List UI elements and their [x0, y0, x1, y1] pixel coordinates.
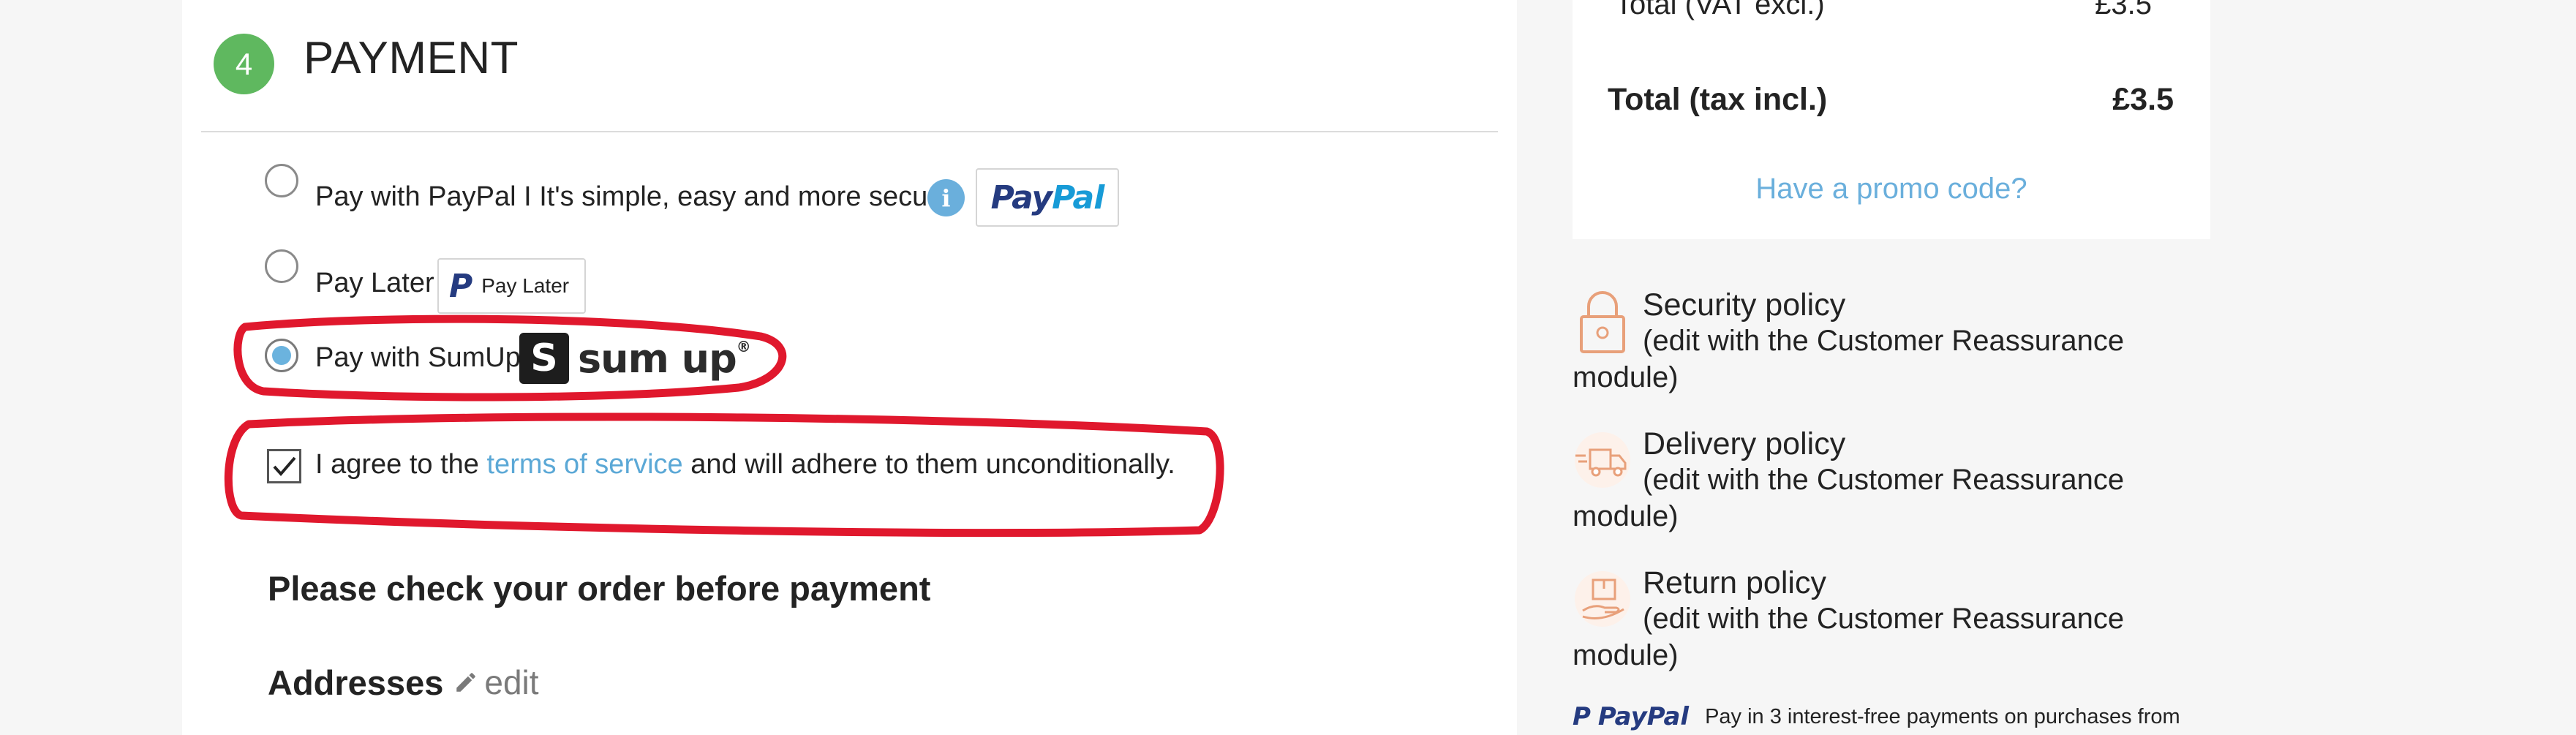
- cart-summary-card: Total (VAT excl.) £3.5 Total (tax incl.)…: [1573, 0, 2210, 239]
- security-policy-title[interactable]: Security policy: [1643, 287, 1845, 323]
- payment-option-paylater-radio[interactable]: [265, 249, 298, 283]
- terms-of-service-link[interactable]: terms of service: [487, 449, 683, 480]
- order-review-heading: Please check your order before payment: [268, 569, 931, 608]
- payment-option-sumup-label[interactable]: Pay with SumUp: [315, 342, 521, 374]
- edit-addresses-link[interactable]: edit: [453, 663, 539, 702]
- summary-row-total-incl: Total (tax incl.) £3.5: [1608, 82, 2174, 118]
- summary-value-total-excl: £3.5: [2095, 0, 2152, 20]
- summary-label-total-incl: Total (tax incl.): [1608, 82, 1828, 117]
- sumup-s-icon: S: [519, 333, 569, 384]
- return-policy-title[interactable]: Return policy: [1643, 565, 1826, 601]
- checkmark-icon: [273, 456, 296, 476]
- payment-option-sumup-radio[interactable]: [265, 339, 298, 372]
- delivery-policy-desc: (edit with the Customer Reassurance modu…: [1573, 464, 2125, 532]
- checkout-page: 4 PAYMENT Pay with PayPal I It's simple,…: [0, 0, 2576, 735]
- paylater-badge-text: Pay Later: [481, 274, 570, 297]
- step-number-badge: 4: [214, 34, 274, 94]
- paypal-message-text: Pay in 3 interest-free payments on purch…: [1705, 704, 2180, 728]
- summary-value-total-incl: £3.5: [2112, 82, 2174, 117]
- payment-option-paypal-label[interactable]: Pay with PayPal I It's simple, easy and …: [315, 181, 952, 213]
- paypal-pay-in-3-banner: P PayPal Pay in 3 interest-free payments…: [1573, 698, 2180, 735]
- paypal-logo-pal: Pal: [1052, 178, 1104, 216]
- terms-checkbox[interactable]: [267, 449, 301, 483]
- paypal-paylater-badge: P Pay Later: [437, 258, 586, 314]
- addresses-title: Addresses: [268, 663, 444, 702]
- security-policy-desc: (edit with the Customer Reassurance modu…: [1573, 325, 2125, 393]
- step-title[interactable]: PAYMENT: [304, 32, 519, 84]
- delivery-policy-title[interactable]: Delivery policy: [1643, 426, 1845, 462]
- terms-suffix: and will adhere to them unconditionally.: [690, 449, 1175, 480]
- paypal-logo-pay: Pay: [990, 178, 1052, 216]
- paypal-p-icon: P: [449, 267, 473, 305]
- pencil-icon: [456, 673, 476, 692]
- summary-label-total-excl: Total (VAT excl.): [1615, 0, 1825, 20]
- paypal-p-small-icon: P: [1573, 702, 1591, 731]
- terms-text: I agree to the terms of service and will…: [315, 449, 1175, 480]
- paypal-logo: Pay Pal: [976, 168, 1119, 227]
- summary-row-total-excl: Total (VAT excl.) £3.5: [1615, 0, 2152, 21]
- info-icon[interactable]: i: [927, 179, 965, 216]
- paypal-message-logo-text: PayPal: [1597, 702, 1690, 731]
- addresses-section-header: Addresses edit: [268, 660, 539, 704]
- promo-code-link[interactable]: Have a promo code?: [1573, 173, 2210, 206]
- payment-option-paylater-label[interactable]: Pay Later: [315, 268, 434, 299]
- checkout-step-panel: 4 PAYMENT Pay with PayPal I It's simple,…: [182, 0, 1517, 735]
- step-divider: [201, 131, 1498, 132]
- return-policy-desc: (edit with the Customer Reassurance modu…: [1573, 603, 2125, 671]
- sumup-logo: S sum up®: [519, 333, 751, 384]
- terms-prefix: I agree to the: [315, 449, 479, 480]
- paypal-message-logo: P PayPal: [1573, 702, 1689, 731]
- sumup-wordmark: sum up®: [578, 335, 751, 382]
- payment-option-paypal-radio[interactable]: [265, 164, 298, 197]
- edit-label: edit: [484, 663, 539, 701]
